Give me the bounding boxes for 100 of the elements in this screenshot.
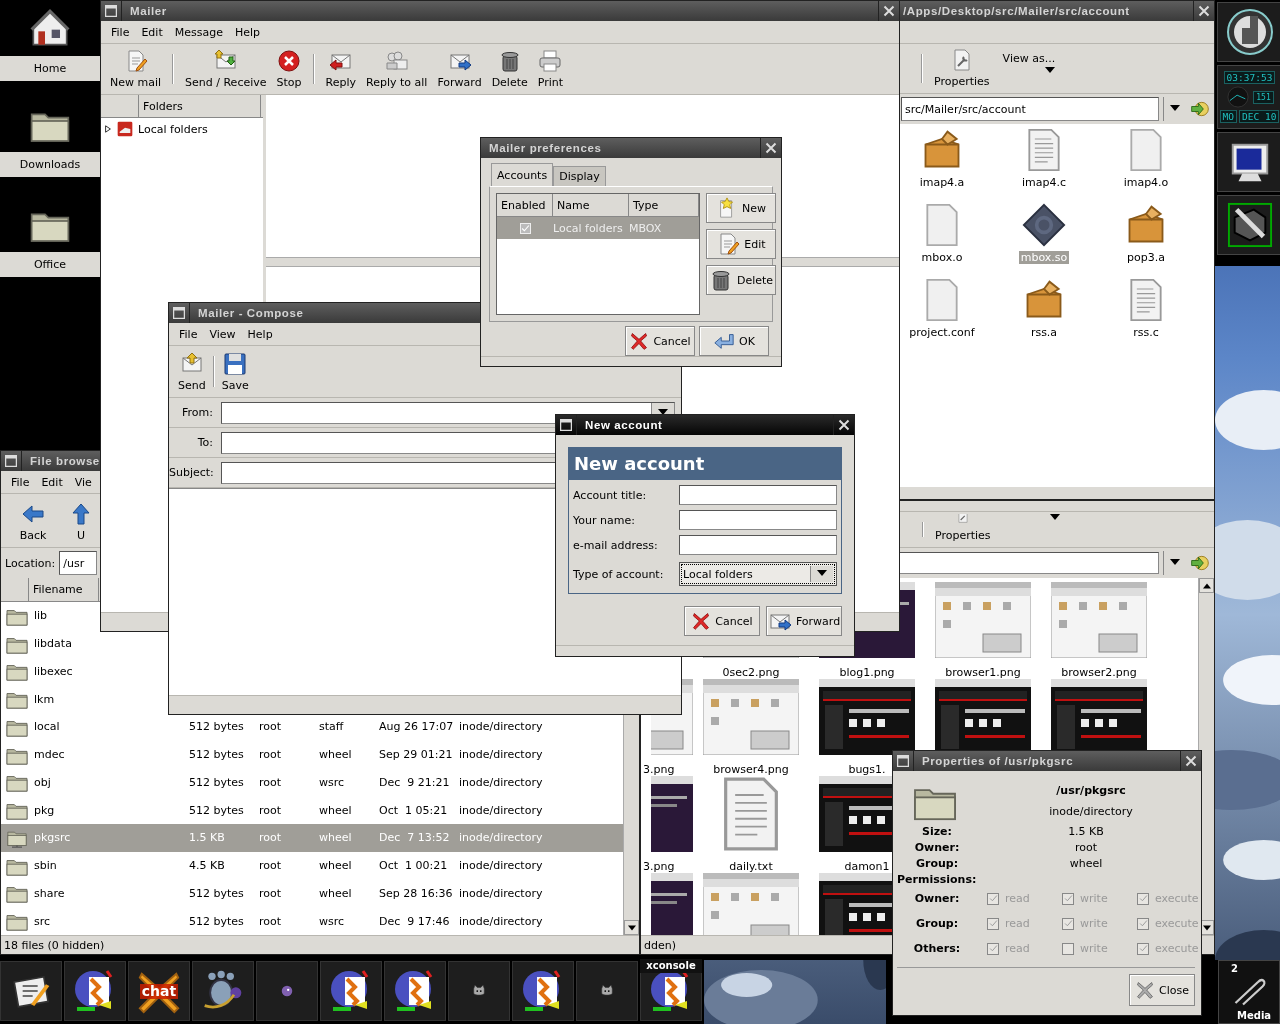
info-label: Owner:: [913, 841, 961, 854]
menu-item[interactable]: File: [173, 327, 204, 341]
file-name[interactable]: project.conf: [907, 326, 977, 339]
file-name[interactable]: damon1: [844, 860, 890, 873]
file-name[interactable]: browser1.png: [945, 666, 1021, 679]
button[interactable]: Cancel: [625, 326, 695, 356]
toolbar-button[interactable]: Send / Receive: [180, 46, 272, 92]
location-field[interactable]: /usr: [59, 551, 98, 575]
desktop-icon-label[interactable]: Office: [0, 252, 100, 277]
file-name[interactable]: pkg: [34, 803, 55, 817]
table-cell: inode/directory: [459, 886, 543, 900]
file-name[interactable]: mdec: [34, 748, 65, 762]
menu-item[interactable]: Help: [241, 327, 279, 341]
taskbar-button[interactable]: [512, 961, 574, 1021]
button[interactable]: Cancel: [684, 606, 760, 636]
file-name[interactable]: browser4.png: [713, 763, 789, 776]
input-field[interactable]: [679, 485, 837, 505]
menu-item[interactable]: Message: [168, 25, 229, 39]
file-name[interactable]: browser2.png: [1061, 666, 1137, 679]
toolbar-button[interactable]: Send: [173, 348, 211, 395]
taskbar-button[interactable]: [0, 961, 62, 1021]
check-icon: [988, 919, 998, 928]
toolbar-button[interactable]: Reply: [320, 46, 361, 92]
column-header[interactable]: Type: [629, 194, 699, 216]
toolbar-button[interactable]: Reply to all: [361, 46, 433, 92]
file-name[interactable]: libexec: [34, 664, 73, 678]
location-field[interactable]: src/Mailer/src/account: [901, 97, 1159, 121]
file-name[interactable]: lib: [34, 609, 48, 623]
taskbar-button[interactable]: [320, 961, 382, 1021]
column-header[interactable]: Filename: [29, 578, 99, 601]
taskbar-button[interactable]: [64, 961, 126, 1021]
account-name: Local folders: [553, 221, 623, 235]
file-name[interactable]: mbox.o: [919, 251, 965, 264]
file-name[interactable]: src: [34, 914, 51, 928]
field-label: To:: [196, 436, 214, 449]
file-name[interactable]: pop3.a: [1125, 251, 1167, 264]
menu-item[interactable]: View: [203, 327, 242, 341]
menu-item[interactable]: File: [105, 25, 136, 39]
file-name[interactable]: sbin: [34, 859, 57, 873]
file-name[interactable]: 0sec2.png: [722, 666, 780, 679]
field-label: Type of account:: [573, 567, 665, 581]
menu-item[interactable]: Help: [228, 25, 267, 39]
file-name[interactable]: lkm: [34, 692, 55, 706]
file-name[interactable]: imap4.o: [1121, 176, 1171, 189]
taskbar-button[interactable]: [192, 961, 254, 1021]
desktop-icon-label[interactable]: Home: [0, 56, 100, 81]
toolbar-button[interactable]: New mail: [105, 46, 167, 92]
folder-item[interactable]: Local folders: [138, 122, 208, 136]
toolbar-button[interactable]: Properties: [930, 514, 996, 545]
dropdown[interactable]: Local folders: [679, 562, 837, 586]
file-name[interactable]: share: [34, 886, 65, 900]
table-cell: 1.5 KB: [189, 831, 225, 845]
column-header[interactable]: Enabled: [497, 194, 553, 216]
taskbar-button[interactable]: [384, 961, 446, 1021]
file-name[interactable]: 3.png: [641, 860, 675, 873]
window-menu-icon: [173, 307, 185, 319]
dock-tile[interactable]: 2 Media: [1218, 960, 1280, 1024]
file-name[interactable]: local: [34, 720, 60, 734]
file-name[interactable]: libdata: [34, 637, 72, 651]
dock-tile[interactable]: [1217, 195, 1280, 255]
expander-icon[interactable]: [104, 124, 112, 134]
toolbar-button[interactable]: Delete: [486, 46, 533, 92]
file-name[interactable]: imap4.a: [917, 176, 967, 189]
file-name[interactable]: daily.txt: [729, 860, 773, 873]
file-name[interactable]: rss.c: [1131, 326, 1161, 339]
toolbar-button[interactable]: Stop: [271, 46, 307, 92]
menu-item[interactable]: Edit: [135, 25, 169, 39]
menu-item[interactable]: File: [5, 475, 36, 489]
toolbar-button[interactable]: Save: [216, 348, 254, 395]
dock-tile[interactable]: [1217, 2, 1280, 62]
taskbar-button[interactable]: chat: [128, 961, 190, 1021]
file-name[interactable]: bugs1.: [848, 763, 886, 776]
toolbar-button[interactable]: Print: [532, 46, 569, 92]
file-name[interactable]: obj: [34, 775, 51, 789]
button[interactable]: Delete: [706, 265, 776, 295]
dock-tile[interactable]: [1217, 132, 1280, 192]
button[interactable]: New: [706, 193, 776, 223]
menu-item[interactable]: Vie: [68, 475, 98, 489]
tab[interactable]: Display: [553, 166, 606, 186]
taskbar-button[interactable]: xconsole: [640, 961, 702, 1021]
toolbar-button[interactable]: U: [63, 496, 99, 545]
toolbar-button[interactable]: Forward: [432, 46, 487, 92]
input-field[interactable]: [679, 510, 837, 530]
toolbar-button[interactable]: Properties: [929, 46, 995, 91]
menu-item[interactable]: Edit: [35, 475, 69, 489]
view-menu[interactable]: View as...: [1002, 52, 1056, 65]
close-button[interactable]: Close: [1129, 974, 1195, 1006]
button[interactable]: Forward: [766, 606, 842, 636]
file-name[interactable]: 3.png: [641, 763, 675, 776]
file-name[interactable]: blog1.png: [839, 666, 895, 679]
toolbar-button[interactable]: Back: [3, 496, 63, 545]
checkbox[interactable]: [519, 222, 531, 234]
button[interactable]: Edit: [706, 229, 776, 259]
button[interactable]: OK: [699, 326, 769, 356]
column-header[interactable]: Name: [553, 194, 629, 216]
file-name[interactable]: imap4.c: [1019, 176, 1068, 189]
tab[interactable]: Accounts: [491, 163, 554, 186]
input-field[interactable]: [679, 535, 837, 555]
file-name[interactable]: rss.a: [1028, 326, 1060, 339]
desktop-icon-label[interactable]: Downloads: [0, 152, 100, 177]
